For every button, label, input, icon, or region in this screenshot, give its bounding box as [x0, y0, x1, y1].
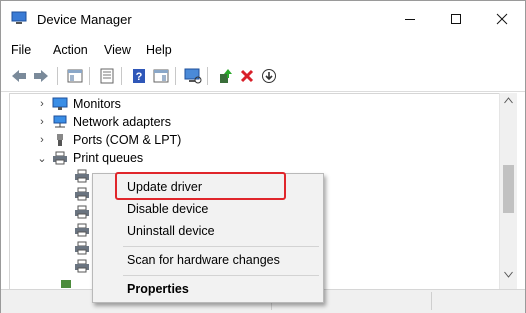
context-menu-separator [123, 275, 319, 276]
toolbar-separator [207, 67, 208, 85]
forward-icon [34, 70, 48, 82]
view-button[interactable] [151, 66, 171, 86]
menu-view[interactable]: View [104, 43, 131, 57]
network-adapter-icon [53, 115, 67, 128]
printer-icon [75, 187, 89, 201]
uninstall-button[interactable] [237, 66, 257, 86]
printer-icon [75, 259, 89, 273]
status-segment [431, 292, 432, 310]
scan-hardware-icon [184, 68, 202, 84]
printer-icon [75, 205, 89, 219]
context-menu-scan-hardware[interactable]: Scan for hardware changes [127, 250, 280, 270]
back-icon [12, 70, 26, 82]
update-driver-button[interactable] [215, 66, 235, 86]
context-menu-properties[interactable]: Properties [127, 279, 189, 299]
forward-button[interactable] [31, 66, 51, 86]
close-button[interactable] [479, 1, 525, 37]
printer-icon [75, 241, 89, 255]
properties-icon [100, 68, 114, 84]
menu-bar: File Action View Help [1, 39, 525, 61]
properties-button[interactable] [97, 66, 117, 86]
toolbar-separator [175, 67, 176, 85]
window-title: Device Manager [37, 12, 132, 27]
tree-node-label: Print queues [73, 151, 144, 165]
show-hide-tree-button[interactable] [65, 66, 85, 86]
printer-icon [75, 169, 89, 183]
monitor-icon [52, 97, 68, 110]
menu-action[interactable]: Action [53, 43, 88, 57]
uninstall-icon [240, 69, 254, 83]
device-manager-icon [11, 11, 27, 24]
toolbar-separator [121, 67, 122, 85]
toolbar-separator [89, 67, 90, 85]
menu-file[interactable]: File [11, 43, 31, 57]
printer-icon [75, 223, 89, 237]
back-button[interactable] [9, 66, 29, 86]
tree-node-label: Network adapters [73, 115, 171, 129]
title-bar: Device Manager [1, 1, 525, 37]
context-menu-disable-device[interactable]: Disable device [127, 199, 208, 219]
chevron-right-icon[interactable]: › [36, 134, 48, 146]
update-driver-icon [220, 69, 232, 83]
context-menu-update-driver[interactable]: Update driver [127, 177, 202, 197]
printer-icon [53, 151, 67, 165]
chevron-right-icon[interactable]: › [36, 116, 48, 128]
minimize-button[interactable] [387, 1, 433, 37]
maximize-button[interactable] [433, 1, 479, 37]
help-button[interactable]: ? [129, 66, 149, 86]
scroll-down-icon[interactable] [504, 271, 513, 278]
scan-hardware-button[interactable] [183, 66, 203, 86]
device-manager-window: Device Manager File Action View Help ? ›… [0, 0, 526, 313]
vertical-scrollbar[interactable] [499, 93, 517, 289]
chevron-down-icon[interactable]: ⌄ [36, 152, 48, 165]
chevron-right-icon[interactable]: › [36, 98, 48, 110]
scrollbar-thumb[interactable] [503, 165, 514, 213]
show-hide-tree-icon [67, 69, 83, 83]
port-icon [57, 134, 63, 146]
close-icon [496, 13, 508, 25]
download-icon [262, 69, 276, 83]
help-icon: ? [133, 69, 145, 83]
toolbar: ? [1, 61, 525, 92]
tree-node-print-queues[interactable]: ⌄ Print queues [36, 149, 143, 167]
scroll-up-icon[interactable] [504, 97, 513, 104]
minimize-icon [405, 19, 415, 20]
tree-node-label: Ports (COM & LPT) [73, 133, 182, 147]
tree-node-ports[interactable]: › Ports (COM & LPT) [36, 131, 181, 149]
tree-node-monitors[interactable]: › Monitors [36, 95, 121, 113]
context-menu-uninstall-device[interactable]: Uninstall device [127, 221, 215, 241]
menu-help[interactable]: Help [146, 43, 172, 57]
download-button[interactable] [259, 66, 279, 86]
view-icon [153, 69, 169, 83]
tree-node-network-adapters[interactable]: › Network adapters [36, 113, 171, 131]
toolbar-separator [57, 67, 58, 85]
context-menu-separator [123, 246, 319, 247]
tree-node-label: Monitors [73, 97, 121, 111]
maximize-icon [451, 14, 461, 24]
svg-text:?: ? [136, 71, 143, 83]
context-menu: Update driver Disable device Uninstall d… [92, 172, 324, 303]
